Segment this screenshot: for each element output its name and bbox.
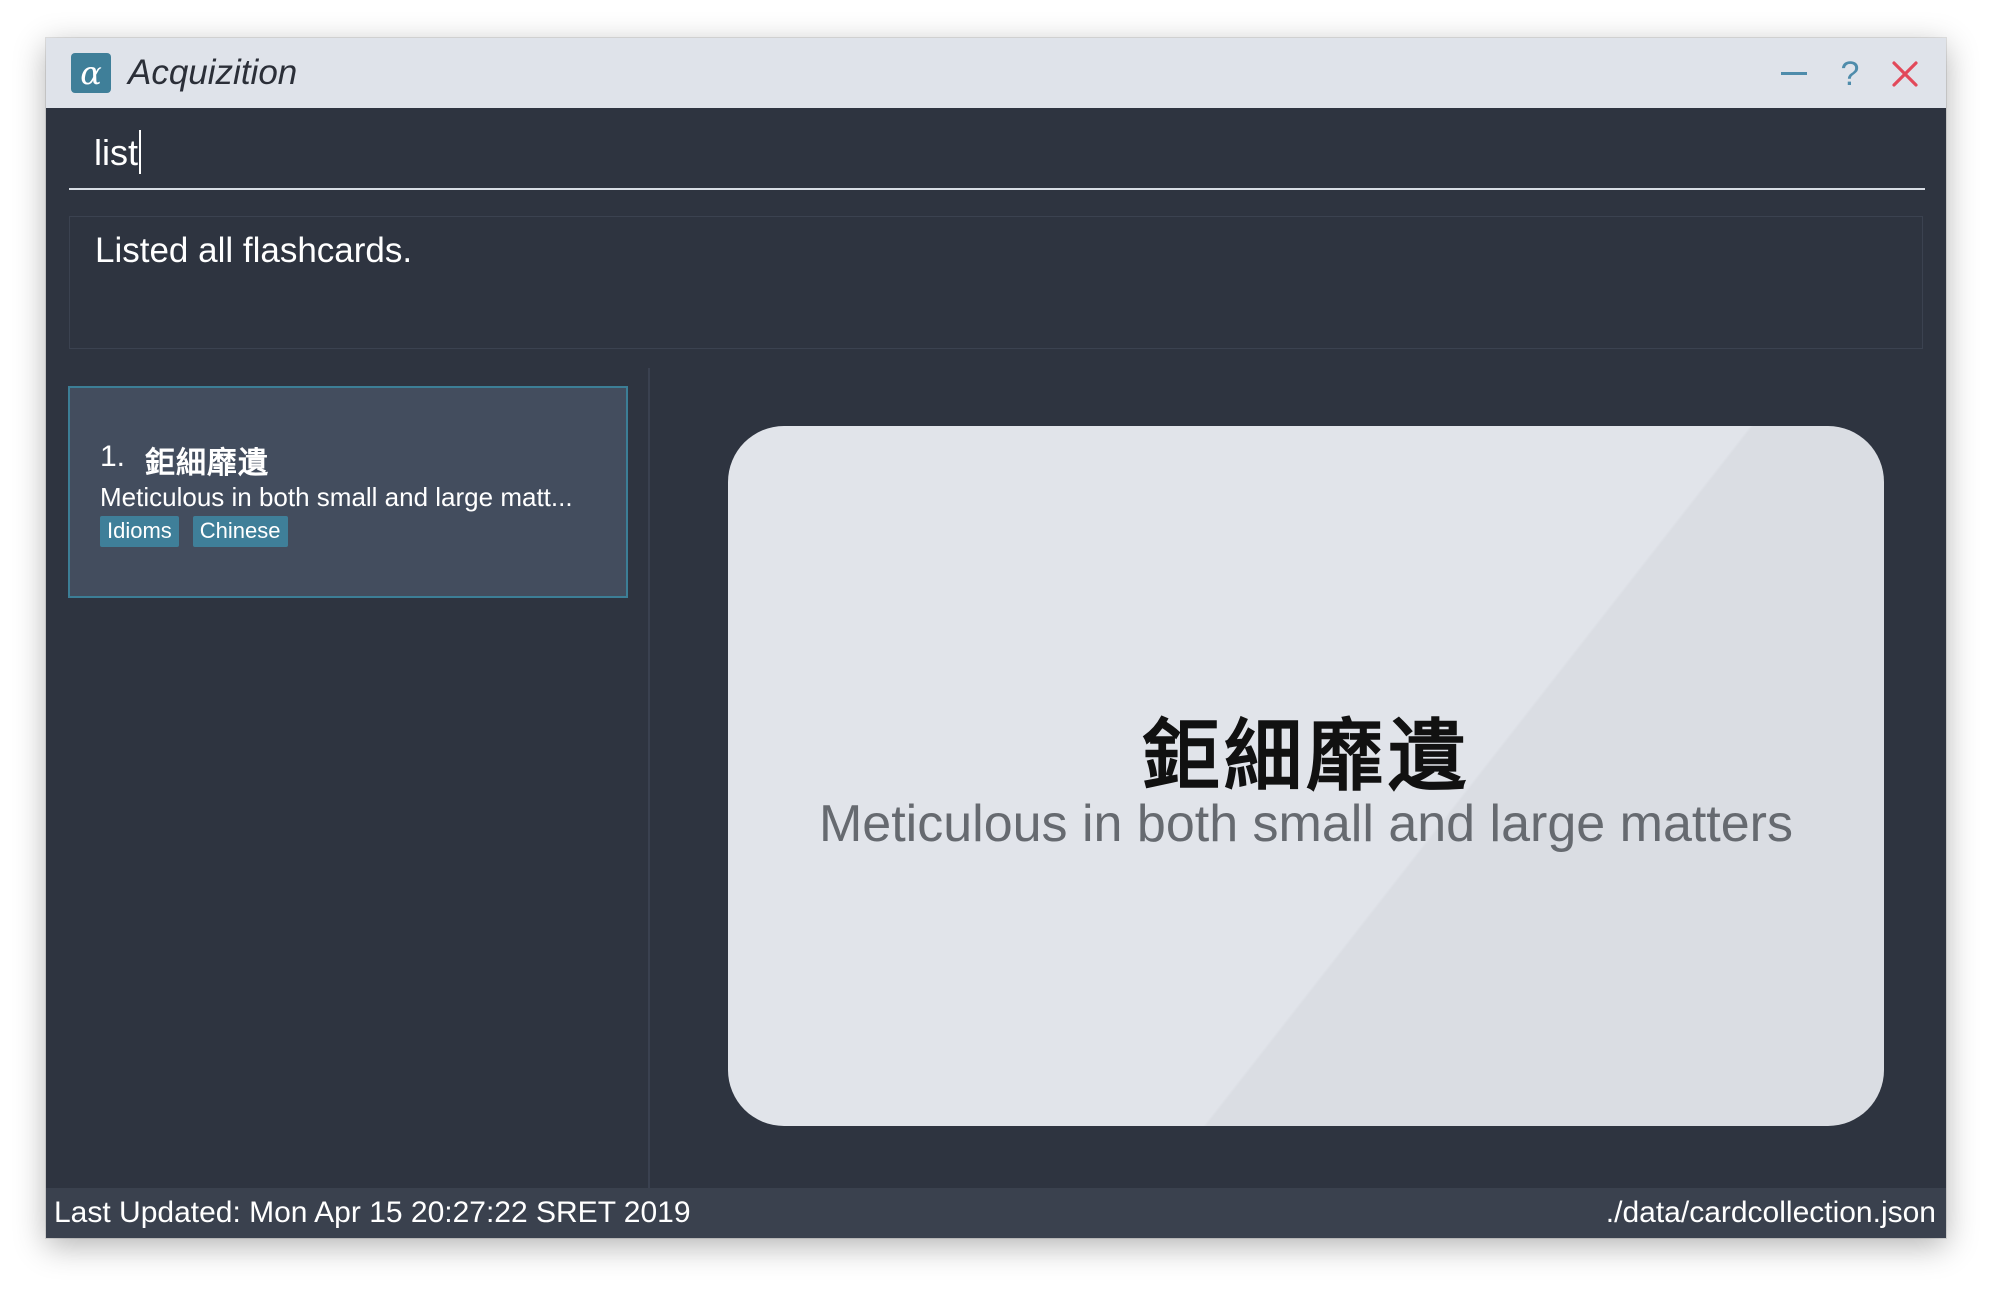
last-updated-status: Last Updated: Mon Apr 15 20:27:22 SRET 2… <box>54 1196 691 1229</box>
title-bar[interactable]: α Acquizition ? <box>46 38 1946 108</box>
card-answer: Meticulous in both small and large matt.… <box>100 482 573 512</box>
app-window: α Acquizition ? Listed all flashcards. 1… <box>46 38 1946 1238</box>
flashcard-list[interactable]: 1. 鉅細靡遺 Meticulous in both small and lar… <box>68 386 630 1186</box>
text-caret <box>138 130 141 174</box>
flashcard-display[interactable]: 鉅細靡遺 Meticulous in both small and large … <box>728 426 1884 1126</box>
minimize-button[interactable] <box>1772 52 1816 96</box>
close-button[interactable] <box>1883 52 1927 96</box>
close-icon <box>1892 61 1918 87</box>
list-item[interactable]: 1. 鉅細靡遺 Meticulous in both small and lar… <box>68 386 628 598</box>
file-path-status: ./data/cardcollection.json <box>1605 1196 1936 1229</box>
result-message: Listed all flashcards. <box>95 231 413 270</box>
minimize-icon <box>1781 72 1807 75</box>
command-input[interactable] <box>69 118 1925 188</box>
result-display: Listed all flashcards. <box>69 216 1923 349</box>
card-question: 鉅細靡遺 <box>145 447 269 480</box>
command-box <box>69 118 1925 190</box>
app-title: Acquizition <box>128 53 298 92</box>
split-pane-divider[interactable] <box>648 368 650 1190</box>
status-bar: Last Updated: Mon Apr 15 20:27:22 SRET 2… <box>46 1188 1946 1238</box>
app-logo-icon: α <box>71 53 111 93</box>
flashcard-question: 鉅細靡遺 <box>1141 712 1470 800</box>
tag-group: Idioms Chinese <box>100 516 288 547</box>
card-index: 1. <box>100 440 126 473</box>
tag-badge: Idioms <box>100 516 179 547</box>
tag-badge: Chinese <box>192 516 288 547</box>
help-button[interactable]: ? <box>1828 52 1872 96</box>
help-icon: ? <box>1840 54 1860 93</box>
flashcard-answer: Meticulous in both small and large matte… <box>818 795 1793 853</box>
